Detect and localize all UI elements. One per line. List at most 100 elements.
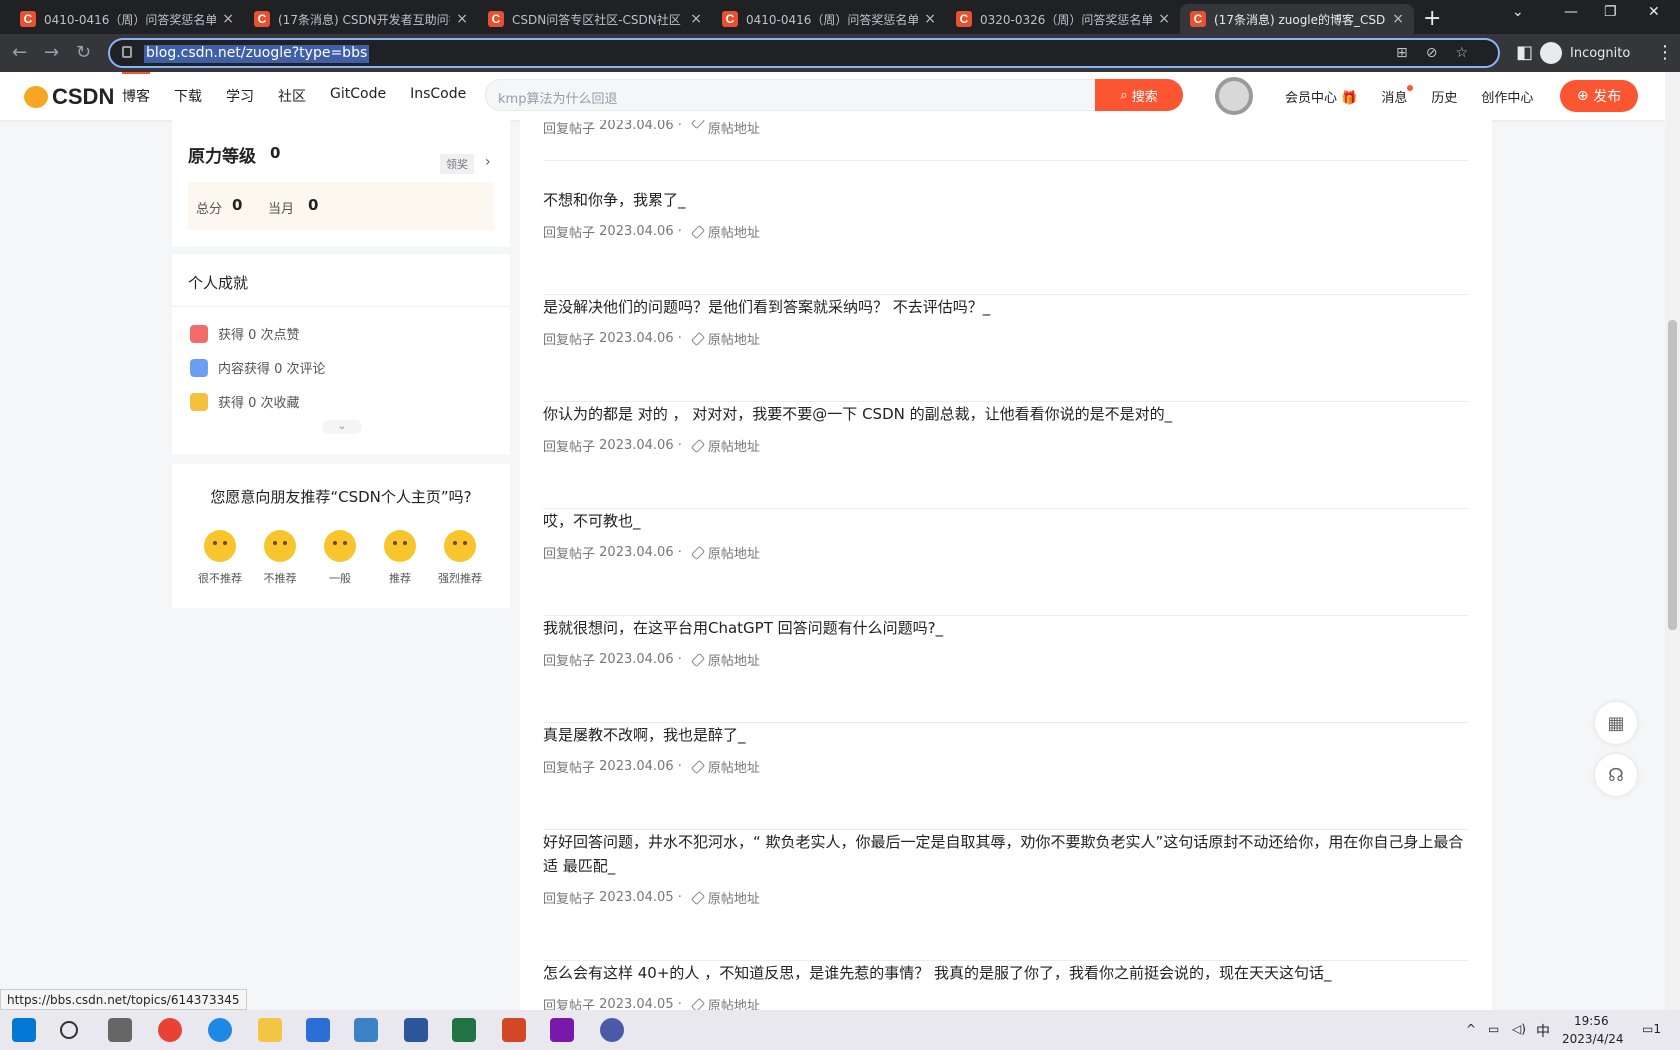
start-icon[interactable]: [12, 1018, 36, 1042]
list-item[interactable]: 好好回答问题，井水不犯河水，“ 欺负老实人，你最后一定是自取其辱，劝你不要欺负老…: [543, 830, 1468, 961]
list-item[interactable]: 是没解决他们的问题吗？是他们看到答案就采纳吗？ 不去评估吗？_ 回复帖子 202…: [543, 295, 1468, 402]
reply-text[interactable]: 不想和你争，我累了_: [543, 188, 1468, 212]
chrome-icon[interactable]: [158, 1018, 182, 1042]
nav-download[interactable]: 下载: [174, 86, 202, 106]
clock-date[interactable]: 2023/4/24: [1562, 1032, 1624, 1046]
onenote-icon[interactable]: [550, 1018, 574, 1042]
reply-text[interactable]: 我就很想问，在这平台用ChatGPT 回答问题有什么问题吗?_: [543, 616, 1468, 640]
omnibox-action-icons[interactable]: ⊞⊘☆: [1396, 45, 1486, 61]
tray-chevron-icon[interactable]: ^: [1466, 1022, 1476, 1036]
new-tab-icon[interactable]: +: [1423, 6, 1441, 31]
list-item[interactable]: 不想和你争，我累了_ 回复帖子 2023.04.06 · 原帖地址: [543, 188, 1468, 295]
close-tab-icon[interactable]: ×: [222, 11, 234, 27]
source-link[interactable]: 原帖地址: [708, 757, 760, 776]
lock-icon[interactable]: [122, 46, 132, 58]
back-icon[interactable]: ←: [12, 42, 27, 63]
scrollbar-thumb[interactable]: [1668, 320, 1677, 630]
close-window-icon[interactable]: ✕: [1648, 4, 1660, 20]
customer-service-icon[interactable]: ☊: [1595, 754, 1637, 796]
nav-learn[interactable]: 学习: [226, 86, 254, 106]
csdn-logo[interactable]: CSDN: [24, 84, 114, 110]
history-link[interactable]: 历史: [1431, 87, 1457, 106]
nav-gitcode[interactable]: GitCode: [330, 86, 386, 106]
close-tab-icon[interactable]: ×: [456, 11, 468, 27]
source-link[interactable]: 原帖地址: [708, 329, 760, 348]
source-link[interactable]: 原帖地址: [708, 222, 760, 241]
volume-icon[interactable]: ◁): [1512, 1022, 1526, 1036]
tab-search-icon[interactable]: ⌄: [1512, 4, 1524, 20]
close-tab-icon[interactable]: ×: [1392, 11, 1404, 27]
menu-icon[interactable]: ⋮: [1656, 42, 1674, 63]
rating-very-unlikely[interactable]: 很不推荐: [190, 530, 250, 586]
reply-text[interactable]: 好好回答问题，井水不犯河水，“ 欺负老实人，你最后一定是自取其辱，劝你不要欺负老…: [543, 830, 1468, 878]
user-avatar[interactable]: [1215, 77, 1253, 115]
reply-text[interactable]: 是没解决他们的问题吗？是他们看到答案就采纳吗？ 不去评估吗？_: [543, 295, 1468, 319]
mail-icon[interactable]: [354, 1018, 378, 1042]
notifications-icon[interactable]: ▭1: [1642, 1022, 1661, 1036]
word-icon[interactable]: [404, 1018, 428, 1042]
close-tab-icon[interactable]: ×: [690, 11, 702, 27]
list-item[interactable]: 怎么会有这样 40+的人 ，不知道反思，是谁先惹的事情？ 我真的是服了你了，我看…: [543, 961, 1468, 1010]
rating-neutral[interactable]: 一般: [310, 530, 370, 586]
clock-time[interactable]: 19:56: [1574, 1014, 1609, 1028]
list-item[interactable]: 你认为的都是 对的 ， 对对对，我要不要@一下 CSDN 的副总裁，让他看看你说…: [543, 402, 1468, 509]
nav-blog[interactable]: 博客: [122, 72, 150, 106]
network-icon[interactable]: ▭: [1488, 1022, 1499, 1036]
browser-tab-active[interactable]: C (17条消息) zuogle的博客_CSDN ×: [1180, 4, 1414, 34]
search-taskbar-icon[interactable]: [60, 1021, 78, 1039]
rating-unlikely[interactable]: 不推荐: [250, 530, 310, 586]
chevron-right-icon[interactable]: ›: [485, 154, 491, 170]
source-link[interactable]: 原帖地址: [708, 995, 760, 1010]
list-item[interactable]: 真是屡教不改啊，我也是醉了_ 回复帖子 2023.04.06 · 原帖地址: [543, 723, 1468, 830]
source-link[interactable]: 原帖地址: [708, 543, 760, 562]
reply-text[interactable]: 真是屡教不改啊，我也是醉了_: [543, 723, 1468, 747]
browser-tab[interactable]: C 0410-0416（周）问答奖惩名单 ×: [712, 4, 946, 34]
source-link[interactable]: 原帖地址: [708, 436, 760, 455]
edge-icon[interactable]: [208, 1018, 232, 1042]
close-tab-icon[interactable]: ×: [1158, 11, 1170, 27]
list-item[interactable]: 哎，不可教也_ 回复帖子 2023.04.06 · 原帖地址: [543, 509, 1468, 616]
messages-link[interactable]: 消息: [1381, 85, 1414, 106]
forward-icon[interactable]: →: [44, 42, 59, 63]
search-button[interactable]: ⌕ 搜索: [1095, 79, 1183, 111]
browser-tab[interactable]: C CSDN问答专区社区-CSDN社区 ×: [478, 4, 712, 34]
page-scrollbar[interactable]: [1665, 72, 1680, 1010]
nav-inscode[interactable]: InsCode: [410, 86, 466, 106]
store-icon[interactable]: [306, 1018, 330, 1042]
url-text[interactable]: blog.csdn.net/zuogle?type=bbs: [144, 45, 370, 63]
reply-text[interactable]: 怎么会有这样 40+的人 ，不知道反思，是谁先惹的事情？ 我真的是服了你了，我看…: [543, 961, 1468, 985]
minimize-icon[interactable]: —: [1564, 4, 1578, 20]
task-view-icon[interactable]: [108, 1018, 132, 1042]
file-explorer-icon[interactable]: [258, 1018, 282, 1042]
ime-indicator[interactable]: 中: [1536, 1021, 1550, 1041]
source-link[interactable]: 原帖地址: [708, 650, 760, 669]
list-item[interactable]: 我就很想问，在这平台用ChatGPT 回答问题有什么问题吗?_ 回复帖子 202…: [543, 616, 1468, 723]
nav-community[interactable]: 社区: [278, 86, 306, 106]
rating-likely[interactable]: 推荐: [370, 530, 430, 586]
reply-text[interactable]: 你认为的都是 对的 ， 对对对，我要不要@一下 CSDN 的副总裁，让他看看你说…: [543, 402, 1468, 426]
reply-text[interactable]: 哎，不可教也_: [543, 509, 1468, 533]
address-bar[interactable]: blog.csdn.net/zuogle?type=bbs ⊞⊘☆: [108, 38, 1500, 68]
qr-code-icon[interactable]: ▦: [1595, 702, 1637, 744]
app-icon[interactable]: [600, 1018, 624, 1042]
incognito-badge[interactable]: Incognito: [1540, 42, 1630, 64]
browser-tab[interactable]: C 0320-0326（周）问答奖惩名单 ×: [946, 4, 1180, 34]
browser-tab[interactable]: C 0410-0416（周）问答奖惩名单 ×: [10, 4, 244, 34]
search-input[interactable]: kmp算法为什么回退 ⌕ 搜索: [485, 79, 1183, 111]
creator-center-link[interactable]: 创作中心: [1481, 87, 1533, 106]
source-link[interactable]: 原帖地址: [708, 120, 760, 137]
award-button[interactable]: 领奖: [440, 154, 474, 174]
tag-icon: [690, 438, 705, 453]
close-tab-icon[interactable]: ×: [924, 11, 936, 27]
rating-very-likely[interactable]: 强烈推荐: [430, 530, 490, 586]
publish-button[interactable]: ⊕ 发布: [1560, 80, 1638, 112]
powerpoint-icon[interactable]: [502, 1018, 526, 1042]
reload-icon[interactable]: ↻: [76, 42, 91, 63]
expand-chevron-icon[interactable]: ⌄: [322, 420, 362, 434]
restore-icon[interactable]: ❐: [1604, 4, 1617, 20]
excel-icon[interactable]: [452, 1018, 476, 1042]
source-link[interactable]: 原帖地址: [708, 888, 760, 907]
side-panel-icon[interactable]: ◧: [1516, 42, 1533, 63]
vip-center-link[interactable]: 会员中心 🎁: [1285, 87, 1357, 106]
browser-tab[interactable]: C (17条消息) CSDN开发者互助问答 ×: [244, 4, 478, 34]
